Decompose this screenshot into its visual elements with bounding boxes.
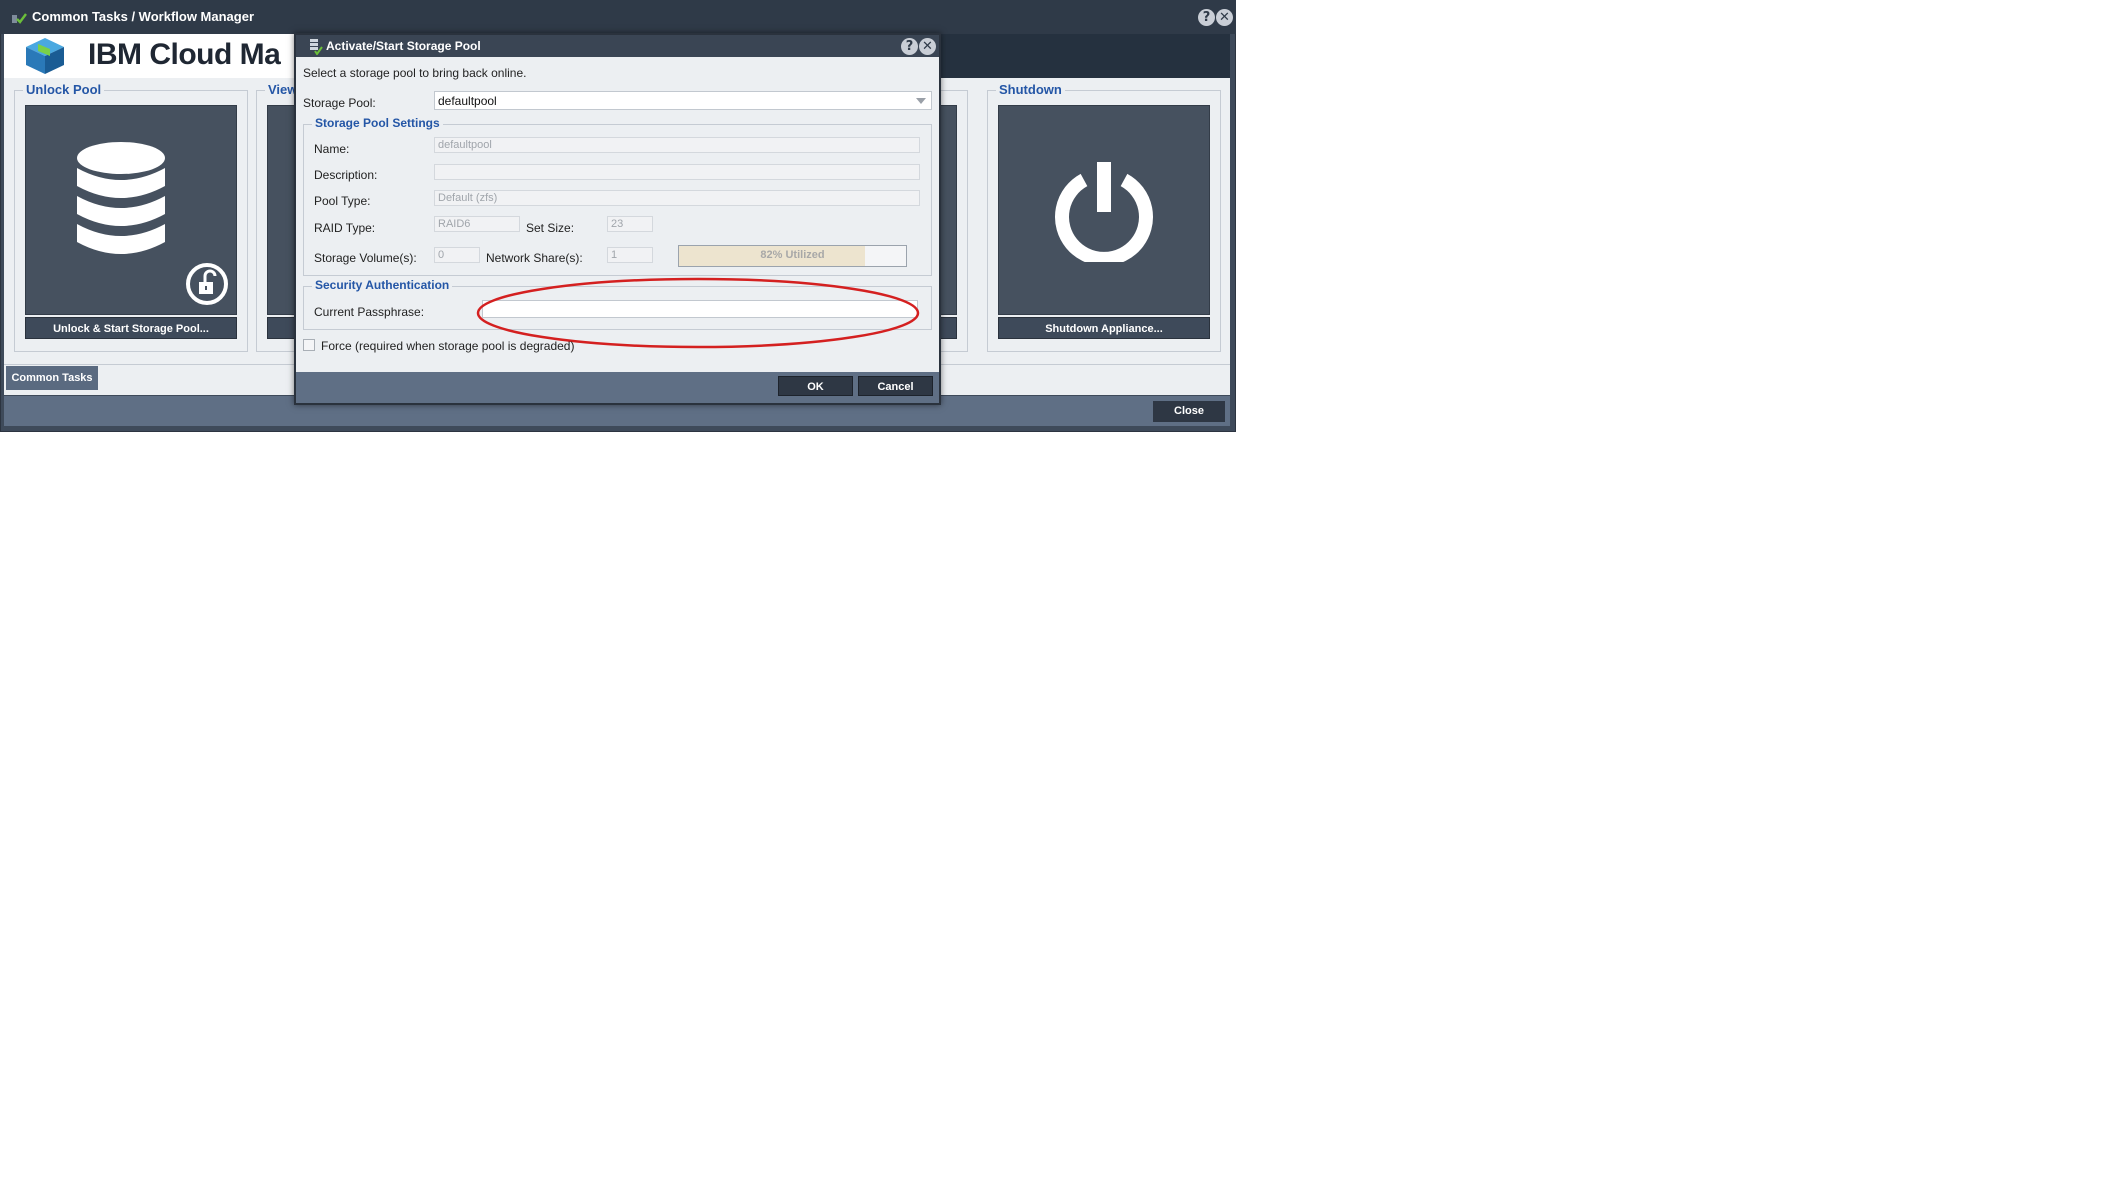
card-title: Shutdown	[996, 82, 1065, 97]
storage-pool-select[interactable]: defaultpool	[434, 91, 932, 110]
set-size-field: 23	[607, 216, 653, 232]
help-icon[interactable]: ?	[1198, 9, 1215, 26]
passphrase-label: Current Passphrase:	[314, 305, 425, 319]
brand-header: IBM Cloud Ma	[4, 34, 300, 78]
raid-type-field: RAID6	[434, 216, 520, 232]
utilization-text: 82% Utilized	[760, 249, 825, 261]
dialog-help-icon[interactable]: ?	[901, 38, 918, 55]
network-shares-label: Network Share(s):	[486, 251, 583, 265]
force-checkbox[interactable]	[303, 339, 315, 351]
ibm-cloud-logo-icon	[26, 38, 64, 74]
window-title: Common Tasks / Workflow Manager	[32, 9, 255, 24]
database-icon	[77, 142, 165, 254]
set-size-label: Set Size:	[526, 221, 575, 235]
card-unlock-pool: Unlock Pool Unlock & Start Storage Pool.…	[14, 82, 248, 352]
description-label: Description:	[314, 168, 378, 182]
dialog-title: Activate/Start Storage Pool	[326, 39, 481, 53]
unlock-start-storage-pool-button[interactable]: Unlock & Start Storage Pool...	[25, 317, 237, 339]
workflow-icon	[12, 13, 27, 24]
dialog-close-icon[interactable]: ✕	[919, 38, 936, 55]
power-icon	[1055, 162, 1153, 262]
window-titlebar: Common Tasks / Workflow Manager ? ✕	[0, 0, 1236, 34]
raid-type-label: RAID Type:	[314, 221, 376, 235]
tab-common-tasks[interactable]: Common Tasks	[6, 366, 98, 390]
close-icon[interactable]: ✕	[1216, 9, 1233, 26]
dialog-instruction: Select a storage pool to bring back onli…	[303, 66, 527, 80]
cancel-button[interactable]: Cancel	[858, 376, 933, 396]
brand-title: IBM Cloud Ma	[88, 38, 281, 71]
pool-type-label: Pool Type:	[314, 194, 371, 208]
unlock-icon	[186, 263, 228, 305]
settings-legend: Storage Pool Settings	[312, 116, 443, 130]
dialog-titlebar: Activate/Start Storage Pool ? ✕	[296, 35, 939, 57]
close-button[interactable]: Close	[1153, 401, 1225, 422]
description-field	[434, 164, 920, 180]
utilization-bar: 82% Utilized	[678, 245, 907, 267]
ok-button[interactable]: OK	[778, 376, 853, 396]
storage-pool-icon	[310, 39, 323, 55]
security-legend: Security Authentication	[312, 278, 453, 292]
card-title: Unlock Pool	[23, 82, 105, 97]
card-shutdown: Shutdown Shutdown Appliance...	[987, 82, 1221, 352]
shutdown-appliance-button[interactable]: Shutdown Appliance...	[998, 317, 1210, 339]
force-label: Force (required when storage pool is deg…	[321, 339, 575, 353]
unlock-pool-tile[interactable]	[25, 105, 237, 315]
network-shares-field: 1	[607, 247, 653, 263]
storage-volumes-label: Storage Volume(s):	[314, 251, 417, 265]
shutdown-tile[interactable]	[998, 105, 1210, 315]
storage-volumes-field: 0	[434, 247, 480, 263]
storage-pool-label: Storage Pool:	[303, 96, 376, 110]
chevron-down-icon	[916, 98, 926, 104]
name-label: Name:	[314, 142, 350, 156]
pool-type-field: Default (zfs)	[434, 190, 920, 206]
storage-pool-select-value: defaultpool	[438, 94, 497, 108]
name-field: defaultpool	[434, 137, 920, 153]
